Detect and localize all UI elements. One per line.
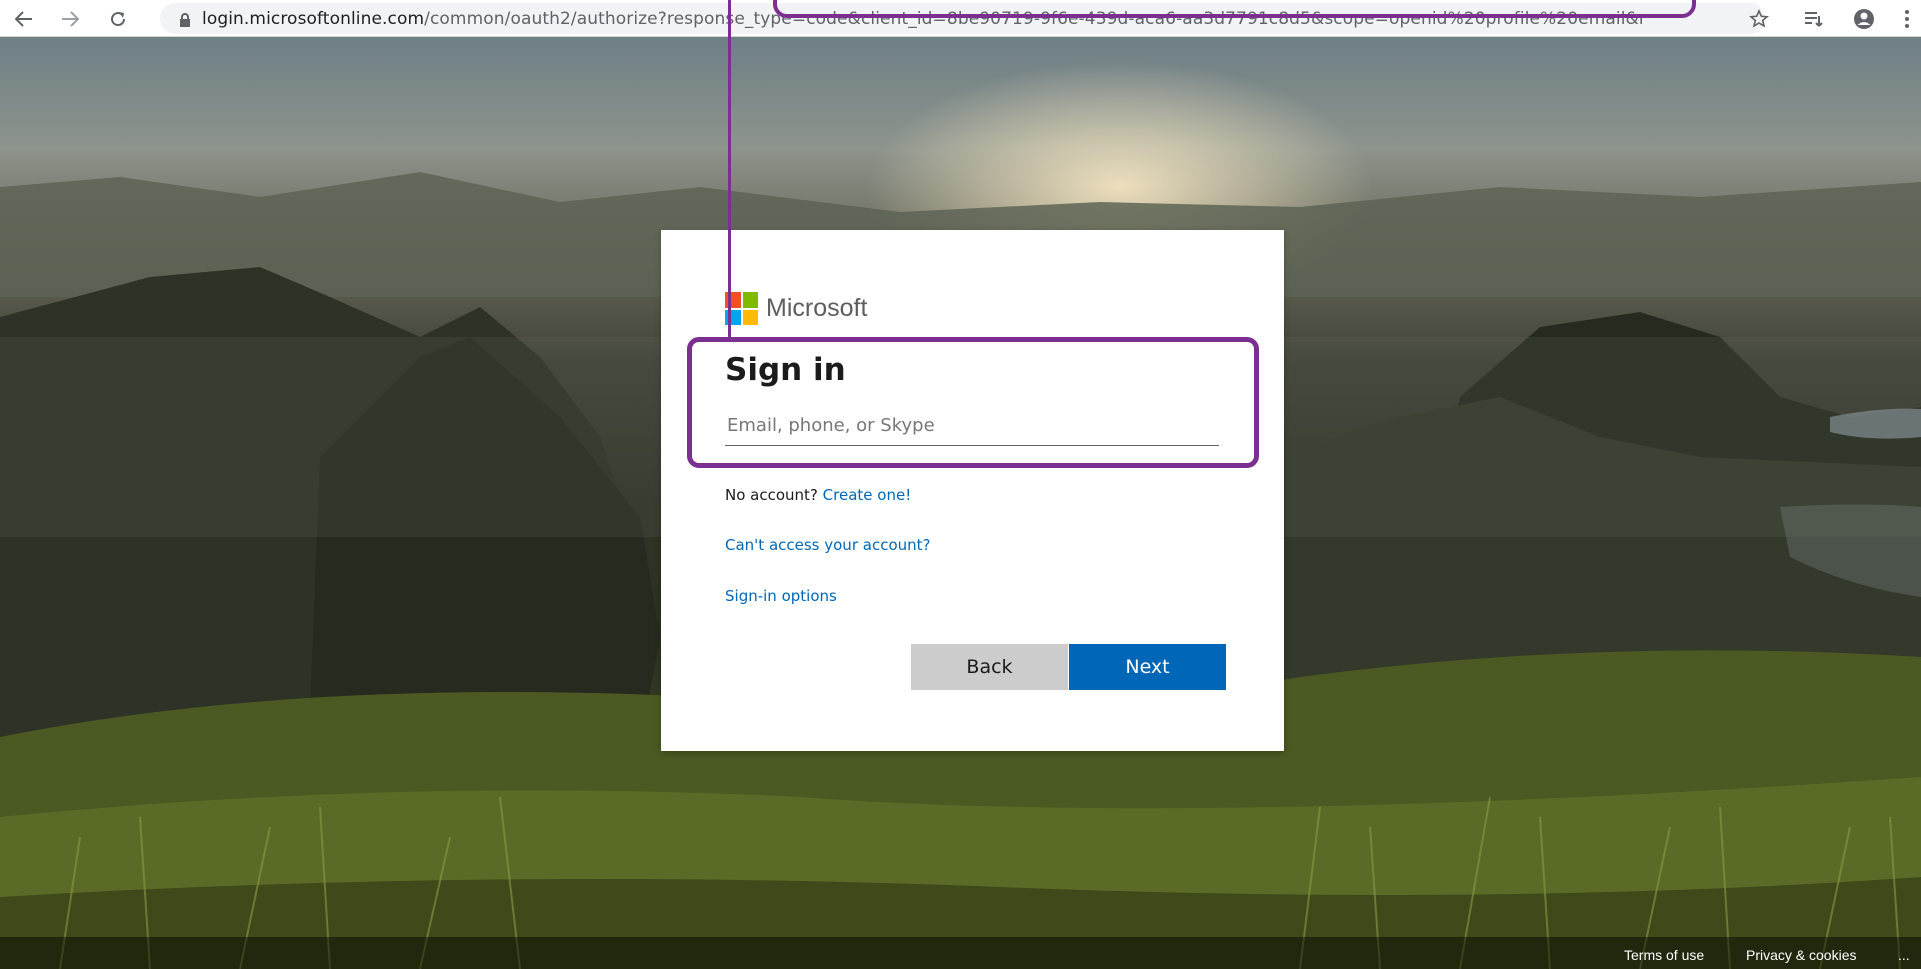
privacy-cookies-link[interactable]: Privacy & cookies — [1746, 947, 1856, 963]
annotation-connector-line — [728, 0, 731, 337]
back-arrow-icon[interactable] — [10, 6, 38, 32]
microsoft-logo: Microsoft — [725, 292, 867, 325]
footer-more-button[interactable]: ... — [1898, 947, 1910, 963]
create-account-link[interactable]: Create one! — [823, 486, 912, 504]
cant-access-account-link[interactable]: Can't access your account? — [725, 536, 930, 554]
url-host: login.microsoftonline.com — [202, 8, 425, 29]
signin-options-line: Sign-in options — [725, 587, 837, 605]
account-icon[interactable] — [1850, 6, 1878, 32]
star-icon[interactable] — [1745, 6, 1773, 32]
forward-arrow-icon[interactable] — [56, 6, 84, 32]
brand-name: Microsoft — [766, 294, 868, 322]
next-button[interactable]: Next — [1069, 644, 1226, 690]
lock-icon[interactable] — [178, 12, 192, 27]
sign-in-options-link[interactable]: Sign-in options — [725, 587, 837, 605]
reload-icon[interactable] — [104, 6, 132, 32]
no-account-text: No account? — [725, 486, 818, 504]
annotation-signin-highlight — [687, 337, 1259, 468]
no-account-line: No account? Create one! — [725, 486, 911, 504]
sign-in-card: Microsoft Sign in No account? Create one… — [661, 230, 1284, 751]
kebab-menu-icon[interactable] — [1893, 6, 1921, 32]
cant-access-line: Can't access your account? — [725, 536, 930, 554]
back-button[interactable]: Back — [911, 644, 1068, 690]
reading-list-icon[interactable] — [1800, 6, 1828, 32]
terms-of-use-link[interactable]: Terms of use — [1624, 947, 1704, 963]
annotation-url-highlight — [773, 0, 1696, 18]
